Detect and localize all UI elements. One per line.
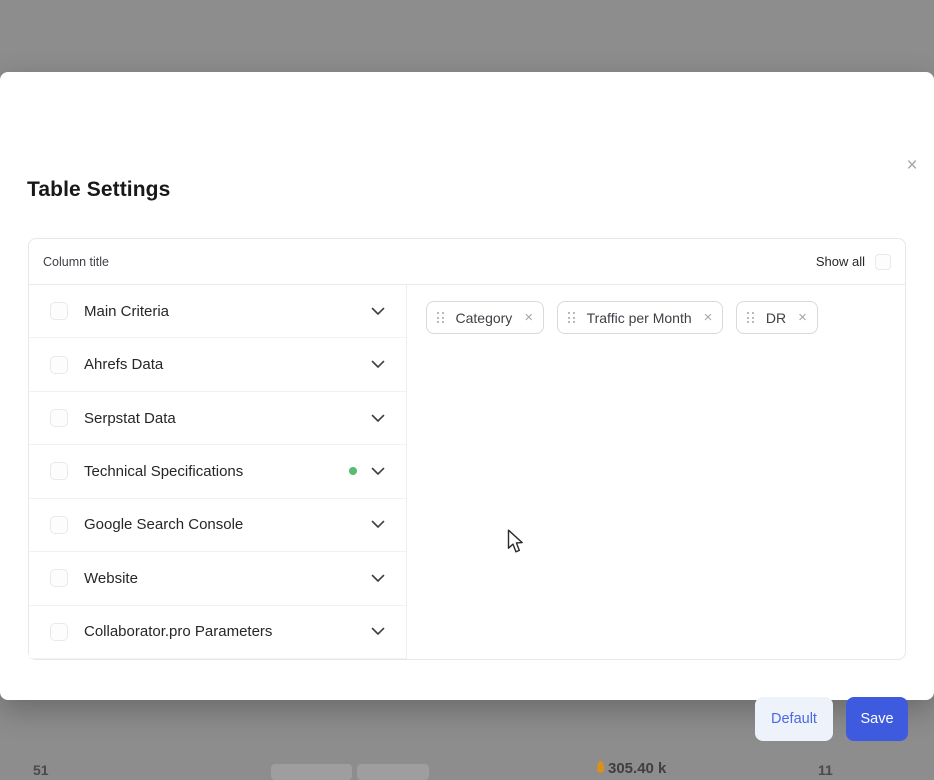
column-chip[interactable]: Traffic per Month × xyxy=(557,301,723,334)
category-row[interactable]: Main Criteria xyxy=(29,285,406,338)
modal-title: Table Settings xyxy=(27,178,170,202)
chevron-down-icon[interactable] xyxy=(371,467,385,476)
modal-footer: Default Save xyxy=(755,697,908,741)
close-icon[interactable]: × xyxy=(901,154,923,176)
panel-body: Main Criteria Ahrefs Data xyxy=(29,285,905,659)
panel-header: Column title Show all xyxy=(29,239,905,285)
category-checkbox[interactable] xyxy=(50,569,68,587)
chevron-down-icon[interactable] xyxy=(371,360,385,369)
active-indicator-dot xyxy=(349,467,357,475)
background-pill xyxy=(357,764,429,780)
drag-handle-icon[interactable] xyxy=(747,312,754,323)
category-row[interactable]: Serpstat Data xyxy=(29,392,406,445)
category-label: Ahrefs Data xyxy=(84,356,163,373)
category-row[interactable]: Collaborator.pro Parameters xyxy=(29,606,406,659)
column-chip[interactable]: Category × xyxy=(426,301,544,334)
category-row[interactable]: Google Search Console xyxy=(29,499,406,552)
category-label: Main Criteria xyxy=(84,303,169,320)
background-traffic-metric: 305.40 k xyxy=(597,760,666,777)
chevron-down-icon[interactable] xyxy=(371,307,385,316)
category-checkbox[interactable] xyxy=(50,356,68,374)
category-checkbox[interactable] xyxy=(50,516,68,534)
show-all-label: Show all xyxy=(816,254,865,269)
chevron-down-icon[interactable] xyxy=(371,414,385,423)
category-list: Main Criteria Ahrefs Data xyxy=(29,285,407,659)
chip-remove-icon[interactable]: × xyxy=(524,310,533,325)
background-pill xyxy=(271,764,352,780)
category-label: Collaborator.pro Parameters xyxy=(84,623,272,640)
chevron-down-icon[interactable] xyxy=(371,627,385,636)
background-metric-right: 11 xyxy=(818,762,833,778)
category-row[interactable]: Ahrefs Data xyxy=(29,338,406,391)
column-chip-label: Category xyxy=(453,310,516,326)
category-label: Serpstat Data xyxy=(84,410,176,427)
category-checkbox[interactable] xyxy=(50,462,68,480)
chevron-down-icon[interactable] xyxy=(371,520,385,529)
save-button[interactable]: Save xyxy=(846,697,908,741)
category-row[interactable]: Website xyxy=(29,552,406,605)
column-chip-label: Traffic per Month xyxy=(584,310,695,326)
category-checkbox[interactable] xyxy=(50,302,68,320)
selected-columns-area: Category × Traffic per Month × xyxy=(407,285,905,659)
chevron-down-icon[interactable] xyxy=(371,574,385,583)
flame-icon xyxy=(597,761,604,773)
category-checkbox[interactable] xyxy=(50,409,68,427)
column-title-label: Column title xyxy=(43,255,109,269)
show-all-toggle[interactable]: Show all xyxy=(816,254,891,270)
column-chip-label: DR xyxy=(763,310,789,326)
category-checkbox[interactable] xyxy=(50,623,68,641)
background-traffic-value: 305.40 k xyxy=(608,760,666,777)
drag-handle-icon[interactable] xyxy=(568,312,575,323)
category-label: Google Search Console xyxy=(84,516,243,533)
column-chip[interactable]: DR × xyxy=(736,301,818,334)
table-settings-modal: × Table Settings Column title Show all M… xyxy=(0,72,934,700)
background-metric-left: 51 xyxy=(33,762,49,778)
default-button[interactable]: Default xyxy=(755,697,833,741)
category-label: Technical Specifications xyxy=(84,463,243,480)
chip-remove-icon[interactable]: × xyxy=(798,310,807,325)
column-settings-panel: Column title Show all Main Criteria xyxy=(28,238,906,660)
category-label: Website xyxy=(84,570,138,587)
show-all-checkbox[interactable] xyxy=(875,254,891,270)
category-row[interactable]: Technical Specifications xyxy=(29,445,406,498)
chip-remove-icon[interactable]: × xyxy=(704,310,713,325)
drag-handle-icon[interactable] xyxy=(437,312,444,323)
